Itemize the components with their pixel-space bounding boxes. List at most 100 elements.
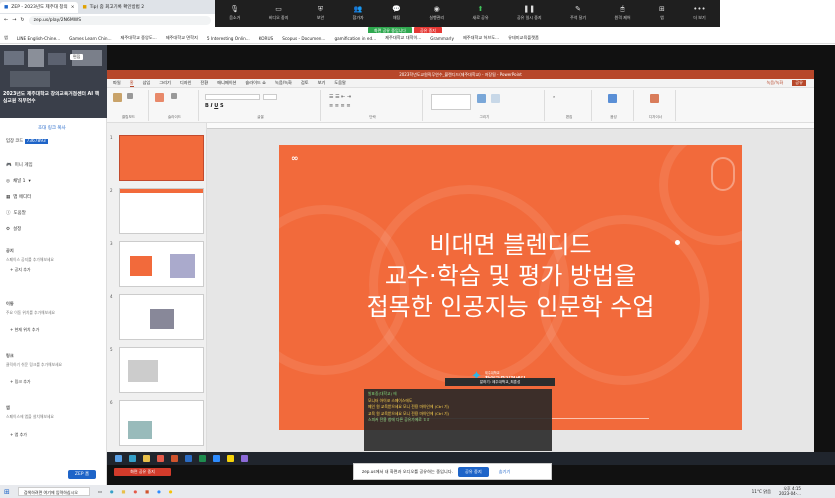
- stop-video-button[interactable]: ▭ 비디오 중지: [269, 6, 289, 21]
- browser-tab-zep[interactable]: ■ ZEP - 2023년도 제주대 창의 ×: [0, 1, 79, 13]
- layout-icon[interactable]: [171, 93, 177, 99]
- bold-icon[interactable]: B I U S: [205, 103, 224, 109]
- paste-icon[interactable]: [113, 93, 122, 102]
- bookmark[interactable]: gamification in ed...: [334, 36, 376, 41]
- slide-thumbnail[interactable]: [119, 135, 204, 181]
- menu-file[interactable]: 파일: [113, 80, 121, 86]
- new-share-button[interactable]: ⬆ 새로 공유: [473, 6, 489, 21]
- slide-thumbnail[interactable]: [119, 400, 204, 446]
- current-slide[interactable]: ∞ 비대면 블렌디드 교수·학습 및 평가 방법을 접목한 인공지능 인문학 수…: [279, 145, 742, 430]
- chrome-icon[interactable]: ●: [133, 489, 137, 494]
- find-icon[interactable]: ⌕: [553, 94, 555, 99]
- sidebar-item-minigame[interactable]: 🎮 미니 게임: [6, 162, 33, 169]
- cut-icon[interactable]: [127, 93, 133, 99]
- menu-view[interactable]: 보기: [318, 80, 326, 86]
- kakao-icon[interactable]: ●: [169, 489, 173, 494]
- zoom-icon[interactable]: ●: [157, 489, 161, 494]
- section-title-app: 앱: [6, 405, 10, 410]
- chat-button[interactable]: 💬 채팅: [392, 6, 401, 21]
- add-link-button[interactable]: + 링크 추가: [10, 379, 31, 385]
- designer-icon[interactable]: [650, 94, 659, 103]
- menu-review[interactable]: 검토: [301, 80, 309, 86]
- slide-thumbnail[interactable]: [119, 347, 204, 393]
- sidebar-item-settings[interactable]: ⚙ 설정: [6, 226, 21, 233]
- bookmark[interactable]: 제주대학교 허브도...: [463, 35, 499, 41]
- slide-thumbnail[interactable]: [119, 241, 204, 287]
- copy-invite-link-button[interactable]: 초대 링크 복사: [38, 125, 66, 131]
- shapes-gallery[interactable]: [431, 94, 471, 110]
- menu-record[interactable]: 녹음/녹화: [275, 80, 292, 86]
- record-button[interactable]: ◉ 실행관리: [429, 6, 444, 21]
- menu-transitions[interactable]: 전환: [200, 80, 208, 86]
- sidebar-item-help[interactable]: ⓘ 도움말: [6, 210, 26, 216]
- close-icon[interactable]: ×: [71, 5, 75, 10]
- align-icon[interactable]: ≡ ≡ ≡ ≡: [329, 103, 351, 109]
- stop-sharing-button[interactable]: 공유 중지: [457, 466, 489, 477]
- new-slide-icon[interactable]: [155, 93, 164, 102]
- sidebar-item-channel[interactable]: ◎ 채널 1 ▾: [6, 178, 31, 185]
- task-view-icon[interactable]: ▭: [98, 489, 102, 494]
- add-app-button[interactable]: + 앱 추가: [10, 432, 27, 438]
- menu-slideshow[interactable]: 슬라이드 쇼: [245, 80, 266, 86]
- back-icon[interactable]: ←: [4, 17, 8, 23]
- windows-start-icon[interactable]: ⊞: [4, 488, 10, 496]
- pause-share-button[interactable]: ❚❚ 공유 일시 중지: [517, 6, 542, 21]
- forward-icon[interactable]: →: [12, 17, 16, 23]
- browser-tab-tip[interactable]: ■ Tip) 줌 회고기록 확인방법 2: [78, 2, 148, 13]
- font-size-select[interactable]: [263, 94, 277, 100]
- edit-badge[interactable]: 편집: [70, 54, 84, 60]
- bookmark[interactable]: LINE English-Chine...: [17, 36, 60, 41]
- explorer-icon[interactable]: ■: [122, 489, 126, 494]
- add-notice-button[interactable]: + 공지 추가: [10, 267, 31, 273]
- menu-help[interactable]: 도움말: [334, 80, 346, 86]
- more-button[interactable]: ••• 더 보기: [693, 6, 705, 21]
- record-ribbon-button[interactable]: 녹음/녹화: [766, 80, 783, 86]
- sidebar-item-map-editor[interactable]: ▦ 맵 에디터: [6, 194, 31, 201]
- zep-sidebar: 편집 2023년도 제주대학교 창의교육거점센터 AI 핵심교원 직무연수 초대…: [0, 45, 107, 498]
- menu-home[interactable]: 홈: [129, 80, 134, 87]
- explorer-icon: [143, 455, 150, 462]
- reload-icon[interactable]: ↻: [20, 17, 24, 23]
- bookmark[interactable]: 제주대학교 대학이...: [385, 35, 421, 41]
- bookmark[interactable]: 5 Interesting Onlin...: [207, 36, 250, 41]
- ribbon-group-paragraph: ☰ ☰ ⇤ ⇥ ≡ ≡ ≡ ≡ 단락: [323, 90, 423, 121]
- font-name-select[interactable]: [205, 94, 260, 100]
- stop-screen-share-button[interactable]: 화면 공유 중지: [114, 468, 171, 476]
- menu-animations[interactable]: 애니메이션: [217, 80, 236, 86]
- menu-draw[interactable]: 그리기: [159, 80, 171, 86]
- slide-thumbnail[interactable]: [119, 188, 204, 234]
- taskbar-clock[interactable]: 오후 4:15 2023-04-...: [779, 486, 801, 496]
- annotate-button[interactable]: ✎ 주석 달기: [570, 6, 586, 21]
- list-icon[interactable]: ☰ ☰ ⇤ ⇥: [329, 94, 351, 100]
- bookmark[interactable]: Scopus - Documen...: [282, 36, 325, 41]
- bookmark[interactable]: 제주대학교 중앙도...: [121, 35, 157, 41]
- url-input[interactable]: zep.us/play/2N6MWS: [28, 15, 211, 25]
- edge-icon[interactable]: ●: [110, 489, 114, 494]
- slide-thumbnail[interactable]: [119, 294, 204, 340]
- section-desc: 주요 이동 위치를 추가해보세요: [6, 310, 56, 315]
- bookmark[interactable]: Grammarly: [430, 36, 454, 41]
- add-location-button[interactable]: + 현재 위치 추가: [10, 327, 39, 333]
- apps-button[interactable]: ⊞ 앱: [659, 6, 665, 21]
- weather-status[interactable]: 11°C 맑음: [752, 489, 771, 495]
- powerpoint-icon[interactable]: ■: [145, 489, 149, 494]
- security-button[interactable]: ⛨ 보안: [317, 6, 324, 21]
- pause-icon: ❚❚: [523, 5, 536, 13]
- menu-insert[interactable]: 삽입: [143, 80, 151, 86]
- bookmark[interactable]: 앱: [4, 35, 8, 41]
- menu-design[interactable]: 디자인: [180, 80, 192, 86]
- dictate-icon[interactable]: [608, 94, 617, 103]
- participants-button[interactable]: 👥 참가자: [353, 6, 364, 21]
- bookmark[interactable]: KORUS: [259, 36, 273, 41]
- bookmark[interactable]: 유데미교육플랫폼: [508, 35, 539, 41]
- ppt-share-button[interactable]: 공유: [792, 80, 806, 86]
- mute-button[interactable]: 🎙 음소거: [229, 6, 240, 21]
- quick-styles-icon[interactable]: [491, 94, 500, 103]
- bookmark[interactable]: 제주대학교 면학지: [166, 35, 198, 41]
- remote-control-button[interactable]: 🖱 원격 제어: [615, 6, 631, 21]
- bookmark[interactable]: Games Learn Chin...: [69, 36, 111, 41]
- taskbar-search-input[interactable]: 검색하려면 여기에 입력하십시오: [17, 487, 90, 496]
- zep-home-button[interactable]: ZEP 홈: [68, 470, 96, 479]
- hide-button[interactable]: 숨기기: [494, 467, 516, 477]
- arrange-icon[interactable]: [477, 94, 486, 103]
